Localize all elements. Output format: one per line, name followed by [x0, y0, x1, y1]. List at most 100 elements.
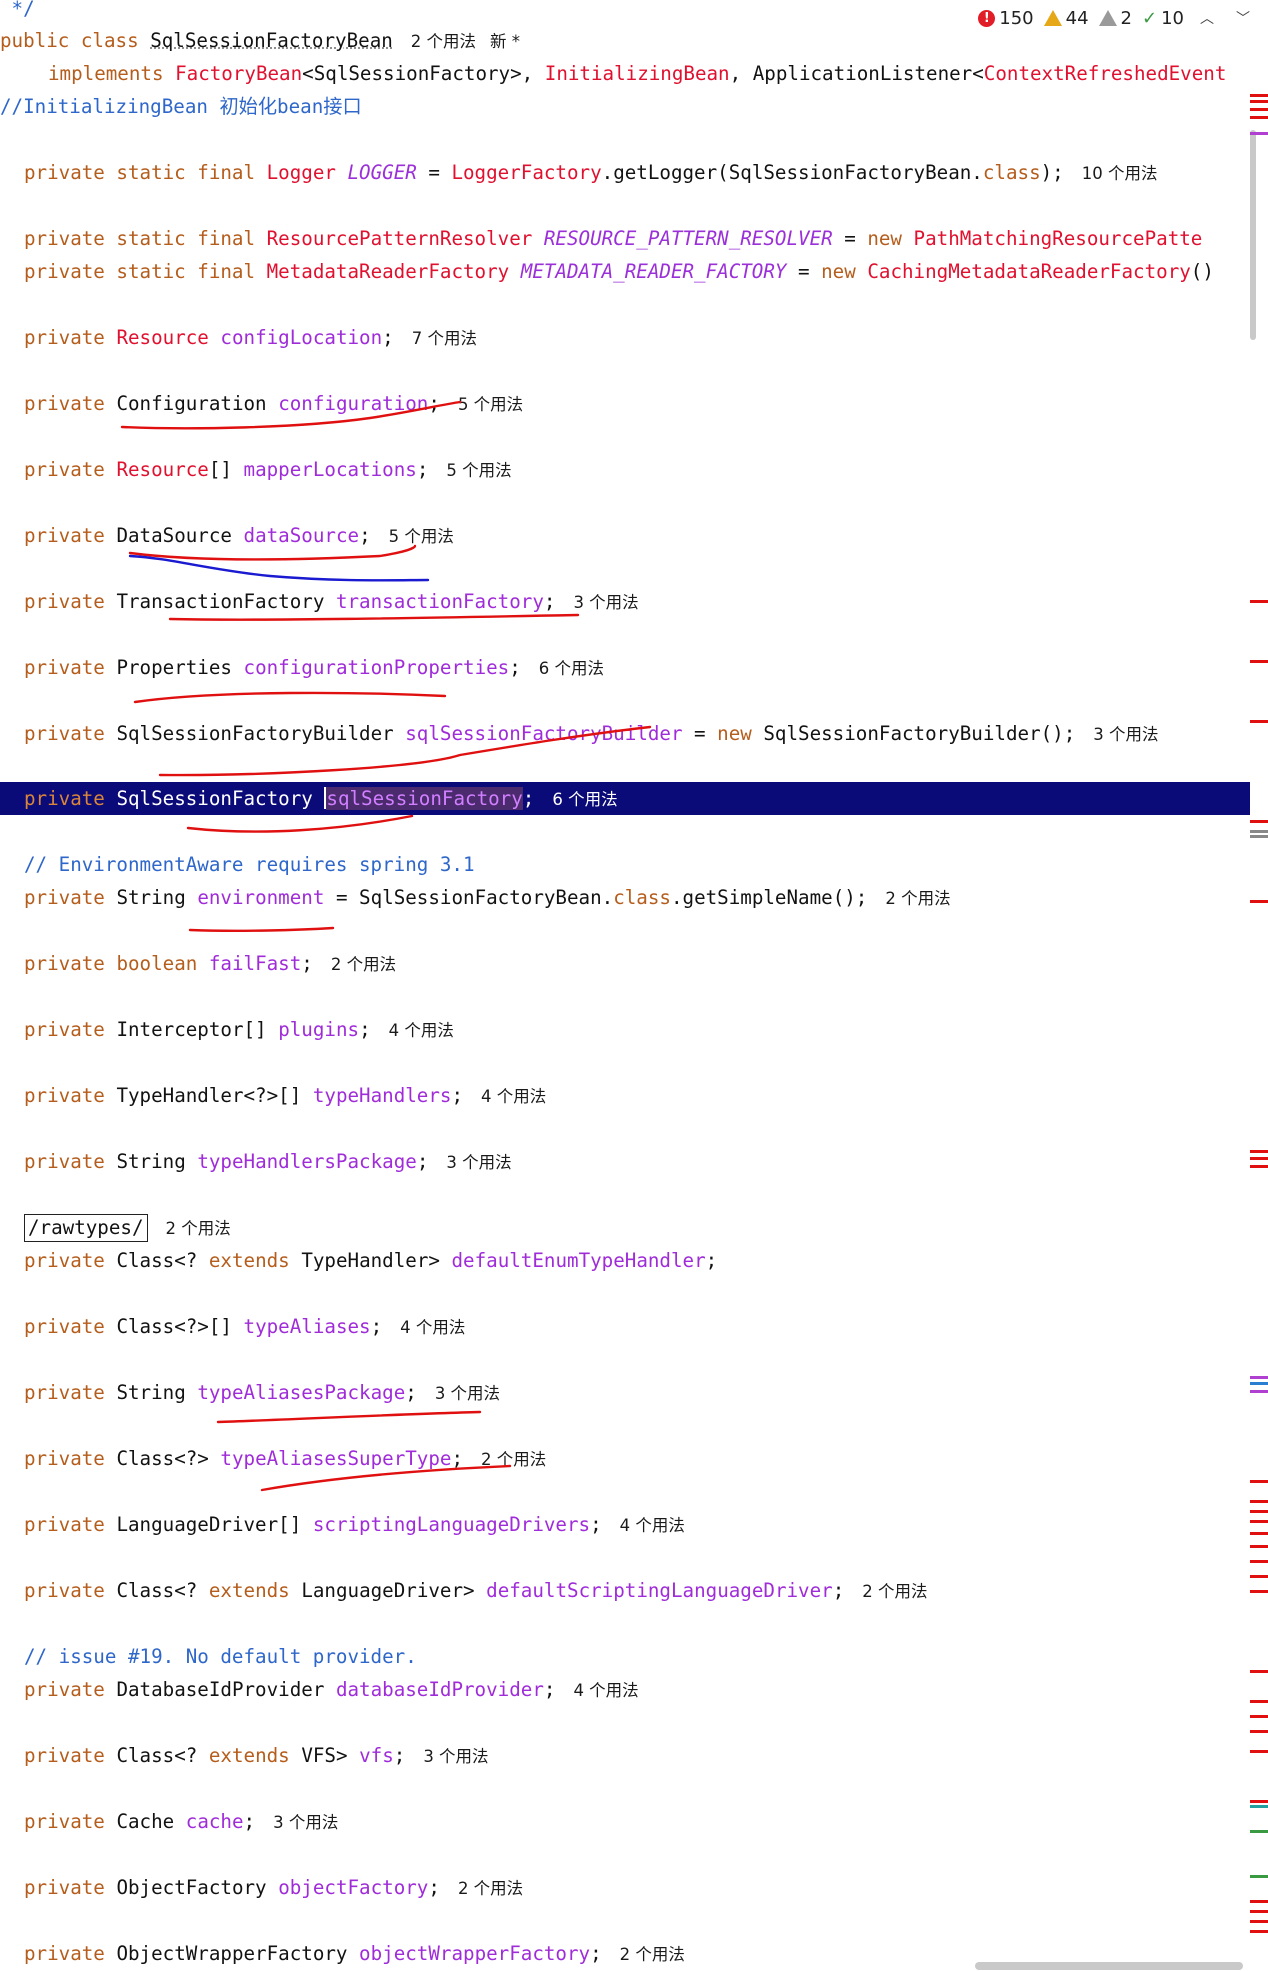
usages-hint[interactable]: 3 个用法 [446, 1153, 511, 1172]
usages-hint[interactable]: 2 个用法 [481, 1450, 546, 1469]
error-stripe-marker[interactable] [1250, 1930, 1268, 1933]
field-name[interactable]: RESOURCE_PATTERN_RESOLVER [544, 227, 833, 250]
error-stripe-marker[interactable] [1250, 100, 1268, 103]
field-line[interactable]: private Class<?>[] typeAliases; 4 个用法 [0, 1310, 465, 1343]
horizontal-scrollbar-thumb[interactable] [975, 1962, 1243, 1970]
field-line-enum-handler[interactable]: private Class<? extends TypeHandler> def… [0, 1244, 717, 1277]
error-stripe-marker[interactable] [1250, 1805, 1268, 1808]
usages-hint[interactable]: 6 个用法 [552, 790, 617, 809]
field-name[interactable]: scriptingLanguageDrivers [313, 1513, 590, 1536]
chevron-down-icon[interactable]: ﹀ [1230, 8, 1256, 28]
type-name[interactable]: Class<? [116, 1744, 197, 1767]
error-stripe-marker[interactable] [1250, 900, 1268, 903]
error-stripe-marker[interactable] [1250, 1560, 1268, 1563]
type-name[interactable]: ResourcePatternResolver [267, 227, 533, 250]
usages-hint[interactable]: 6 个用法 [539, 659, 604, 678]
annotation-line[interactable]: /rawtypes/2 个用法 [0, 1211, 231, 1244]
type-name[interactable]: Class<?>[] [116, 1315, 232, 1338]
usages-hint[interactable]: 5 个用法 [389, 527, 454, 546]
field-line[interactable]: private Resource[] mapperLocations; 5 个用法 [0, 453, 512, 486]
vertical-scrollbar[interactable] [1250, 94, 1268, 1950]
type-name[interactable]: String [116, 1150, 185, 1173]
type-name[interactable]: Properties [116, 656, 232, 679]
type-name[interactable]: LoggerFactory [451, 161, 601, 184]
typos-indicator[interactable]: ✓ 10 [1142, 8, 1184, 29]
field-name[interactable]: sqlSessionFactory [326, 787, 523, 810]
usages-hint[interactable]: 4 个用法 [400, 1318, 465, 1337]
field-line[interactable]: private DatabaseIdProvider databaseIdPro… [0, 1673, 639, 1706]
class-declaration-line[interactable]: public class SqlSessionFactoryBean 2 个用法新… [0, 24, 520, 57]
field-name[interactable]: LOGGER [347, 161, 416, 184]
type-name[interactable]: Configuration [116, 392, 266, 415]
chevron-up-icon[interactable]: ︿ [1194, 8, 1220, 28]
comment-line[interactable]: // issue #19. No default provider. [0, 1640, 417, 1673]
error-stripe-marker[interactable] [1250, 1900, 1268, 1903]
field-name[interactable]: sqlSessionFactoryBuilder [405, 722, 682, 745]
field-name[interactable]: failFast [209, 952, 301, 975]
error-stripe-marker[interactable] [1250, 1157, 1268, 1160]
usages-hint[interactable]: 5 个用法 [458, 395, 523, 414]
inspection-status[interactable]: ! 150 44 2 ✓ 10 ︿ ﹀ [978, 4, 1256, 32]
type-name[interactable]: DataSource [116, 524, 232, 547]
type-name[interactable]: Class<? [116, 1579, 197, 1602]
type-name[interactable]: boolean [116, 952, 197, 975]
field-name[interactable]: configuration [278, 392, 428, 415]
field-name[interactable]: transactionFactory [336, 590, 544, 613]
type-name[interactable]: Logger [267, 161, 336, 184]
usages-hint[interactable]: 4 个用法 [620, 1516, 685, 1535]
error-stripe-marker[interactable] [1250, 1382, 1268, 1385]
field-line-resolver[interactable]: private static final ResourcePatternReso… [0, 222, 1202, 255]
usages-hint[interactable]: 4 个用法 [481, 1087, 546, 1106]
error-stripe-marker[interactable] [1250, 1910, 1268, 1913]
comment-line[interactable]: // EnvironmentAware requires spring 3.1 [0, 848, 475, 881]
type-name[interactable]: ApplicationListener< [753, 62, 984, 85]
class-name[interactable]: SqlSessionFactoryBean [150, 29, 393, 52]
field-line[interactable]: private String typeHandlersPackage; 3 个用法 [0, 1145, 512, 1178]
field-name[interactable]: plugins [278, 1018, 359, 1041]
annotation-box[interactable]: /rawtypes/ [24, 1214, 148, 1242]
type-name[interactable]: Class<?> [116, 1447, 208, 1470]
field-line[interactable]: private Class<?> typeAliasesSuperType; 2 … [0, 1442, 546, 1475]
field-line[interactable]: private Interceptor[] plugins; 4 个用法 [0, 1013, 454, 1046]
field-line-selected[interactable]: private SqlSessionFactory sqlSessionFact… [0, 782, 618, 815]
error-stripe-marker[interactable] [1250, 835, 1268, 838]
field-line-vfs[interactable]: private Class<? extends VFS> vfs; 3 个用法 [0, 1739, 489, 1772]
error-stripe-marker[interactable] [1250, 1730, 1268, 1733]
field-name[interactable]: typeAliasesSuperType [220, 1447, 451, 1470]
type-name[interactable]: LanguageDriver[] [116, 1513, 301, 1536]
field-line[interactable]: private String typeAliasesPackage; 3 个用法 [0, 1376, 500, 1409]
error-stripe-marker[interactable] [1250, 1750, 1268, 1753]
type-name[interactable]: CachingMetadataReaderFactory [867, 260, 1190, 283]
type-name[interactable]: SqlSessionFactoryBuilder [116, 722, 393, 745]
error-stripe-marker[interactable] [1250, 830, 1268, 833]
error-stripe-marker[interactable] [1250, 720, 1268, 723]
field-line[interactable]: private boolean failFast; 2 个用法 [0, 947, 396, 980]
usages-hint[interactable]: 2 个用法 [411, 32, 476, 51]
usages-hint[interactable]: 3 个用法 [1093, 725, 1158, 744]
usages-hint[interactable]: 4 个用法 [389, 1021, 454, 1040]
field-name[interactable]: vfs [359, 1744, 394, 1767]
usages-hint[interactable]: 2 个用法 [458, 1879, 523, 1898]
field-line[interactable]: private Cache cache; 3 个用法 [0, 1805, 338, 1838]
error-stripe-marker[interactable] [1250, 1165, 1268, 1168]
type-name[interactable]: ContextRefreshedEvent [984, 62, 1227, 85]
field-line[interactable]: private ObjectFactory objectFactory; 2 个用… [0, 1871, 523, 1904]
type-name[interactable]: SqlSessionFactory [116, 787, 312, 810]
field-name[interactable]: objectFactory [278, 1876, 428, 1899]
error-stripe-marker[interactable] [1250, 1532, 1268, 1535]
type-name[interactable]: InitializingBean [545, 62, 730, 85]
error-stripe-marker[interactable] [1250, 1800, 1268, 1803]
type-name[interactable]: Resource [116, 326, 208, 349]
field-line-reader[interactable]: private static final MetadataReaderFacto… [0, 255, 1214, 288]
field-name[interactable]: typeHandlers [313, 1084, 452, 1107]
field-line[interactable]: private DataSource dataSource; 5 个用法 [0, 519, 454, 552]
usages-hint[interactable]: 2 个用法 [885, 889, 950, 908]
type-name[interactable]: TypeHandler<?>[] [116, 1084, 301, 1107]
warnings-indicator[interactable]: 44 [1043, 8, 1089, 29]
field-name[interactable]: mapperLocations [244, 458, 417, 481]
weak-warnings-indicator[interactable]: 2 [1098, 8, 1132, 29]
error-stripe-marker[interactable] [1250, 1875, 1268, 1878]
field-name[interactable]: typeHandlersPackage [197, 1150, 417, 1173]
field-line-environment[interactable]: private String environment = SqlSessionF… [0, 881, 951, 914]
type-name[interactable]: LanguageDriver> [301, 1579, 474, 1602]
